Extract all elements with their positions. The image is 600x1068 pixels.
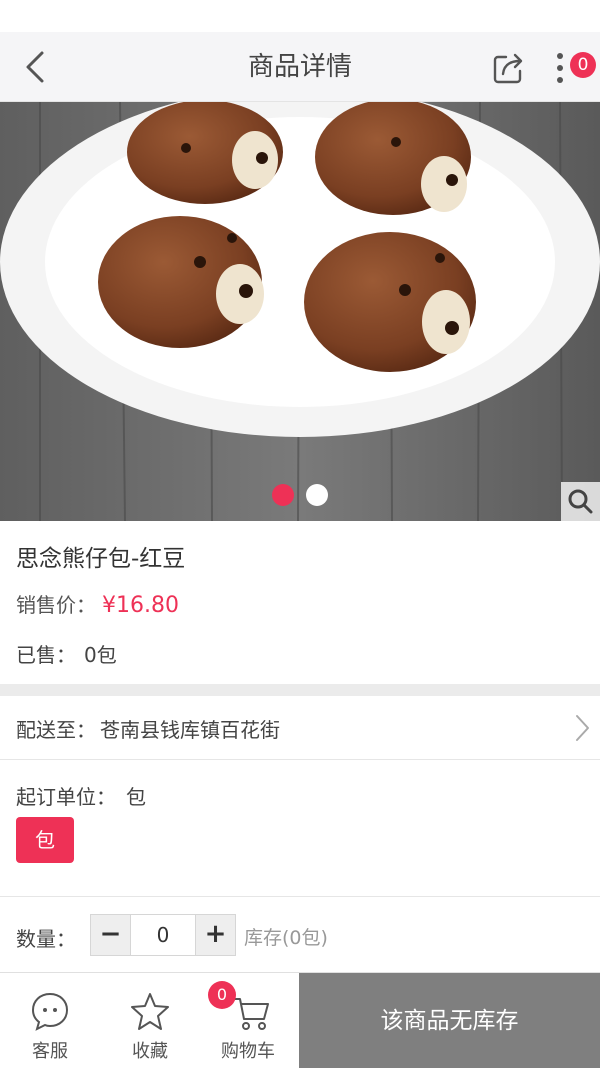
more-vertical-icon [557, 53, 563, 83]
carousel-dot-active[interactable] [272, 484, 294, 506]
decrement-button[interactable]: − [91, 915, 131, 955]
cart-icon [233, 998, 269, 1030]
product-image[interactable] [0, 102, 600, 521]
delivery-label: 配送至： [16, 718, 96, 742]
sold-row: 已售： 0包 [16, 639, 117, 668]
customer-service-button[interactable]: 客服 [0, 973, 100, 1068]
share-icon [493, 53, 523, 84]
product-info: 思念熊仔包-红豆 销售价： ¥16.80 已售： 0包 [0, 521, 600, 684]
header-badge: 0 [570, 52, 596, 78]
unit-value: 包 [126, 785, 146, 809]
carousel-indicator [270, 484, 340, 506]
bottom-action-bar: 客服 收藏 0 购物车 该商品无库存 [0, 972, 600, 1068]
zoom-button[interactable] [561, 482, 600, 521]
header: 商品详情 0 [0, 32, 600, 102]
carousel-dot[interactable] [306, 484, 328, 506]
quantity-label: 数量： [16, 927, 76, 951]
unit-section: 起订单位： 包 包 [0, 761, 600, 897]
quantity-section: 数量： − 0 + 库存(0包) [0, 898, 600, 972]
chat-icon [31, 992, 69, 1031]
service-label: 客服 [32, 1041, 68, 1062]
product-name: 思念熊仔包-红豆 [16, 546, 186, 572]
out-of-stock-button[interactable]: 该商品无库存 [299, 973, 600, 1068]
price-value: ¥16.80 [102, 593, 179, 618]
page-title: 商品详情 [247, 52, 352, 82]
delivery-row[interactable]: 配送至： 苍南县钱库镇百花街 [0, 696, 600, 760]
status-bar [0, 0, 600, 32]
quantity-stepper: − 0 + [90, 914, 236, 956]
search-icon [568, 489, 593, 514]
share-button[interactable] [490, 49, 528, 87]
product-photo [0, 102, 600, 521]
delivery-address: 苍南县钱库镇百花街 [100, 718, 280, 742]
unit-label: 起订单位： [16, 785, 116, 809]
quantity-input[interactable]: 0 [131, 915, 195, 955]
cart-button[interactable]: 0 购物车 [198, 973, 298, 1068]
price-label: 销售价： [16, 593, 96, 617]
price-row: 销售价： ¥16.80 [16, 589, 179, 618]
star-icon [131, 993, 169, 1030]
section-divider [0, 684, 600, 696]
unit-option-button[interactable]: 包 [16, 817, 74, 863]
favorite-button[interactable]: 收藏 [100, 973, 200, 1068]
sold-value: 0包 [84, 643, 117, 667]
sold-label: 已售： [16, 643, 76, 667]
favorite-label: 收藏 [132, 1041, 168, 1062]
cart-label: 购物车 [221, 1041, 275, 1062]
more-button[interactable] [550, 49, 570, 87]
cart-count-badge: 0 [208, 981, 236, 1009]
chevron-left-icon [26, 51, 44, 83]
increment-button[interactable]: + [195, 915, 235, 955]
chevron-right-icon [576, 715, 589, 741]
stock-text: 库存(0包) [244, 927, 328, 949]
back-button[interactable] [14, 44, 60, 90]
